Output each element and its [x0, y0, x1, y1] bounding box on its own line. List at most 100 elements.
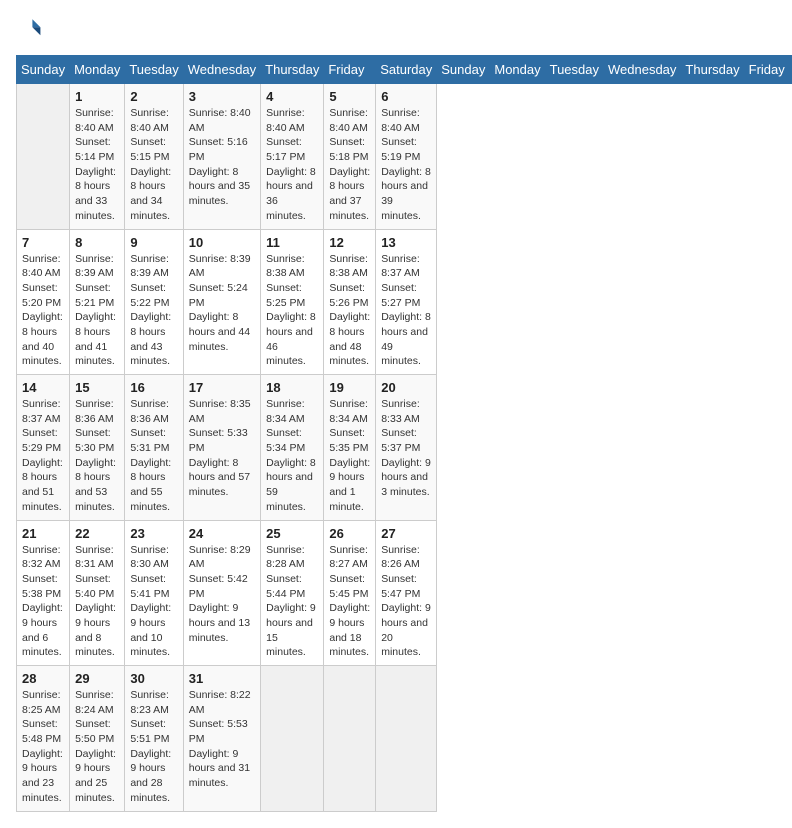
calendar-day-cell: 6 Sunrise: 8:40 AM Sunset: 5:19 PM Dayli… — [376, 84, 437, 230]
sunrise: Sunrise: 8:25 AM — [22, 689, 61, 716]
sunrise: Sunrise: 8:29 AM — [189, 544, 251, 571]
calendar-day-cell: 13 Sunrise: 8:37 AM Sunset: 5:27 PM Dayl… — [376, 229, 437, 375]
day-number: 20 — [381, 380, 431, 395]
sunrise: Sunrise: 8:40 AM — [266, 107, 305, 134]
day-number: 31 — [189, 671, 255, 686]
page-header — [16, 16, 776, 45]
calendar-day-cell: 31 Sunrise: 8:22 AM Sunset: 5:53 PM Dayl… — [183, 666, 260, 812]
calendar-table: SundayMondayTuesdayWednesdayThursdayFrid… — [16, 55, 792, 812]
sunrise: Sunrise: 8:40 AM — [189, 107, 251, 134]
day-number: 17 — [189, 380, 255, 395]
day-info: Sunrise: 8:24 AM Sunset: 5:50 PM Dayligh… — [75, 688, 119, 806]
sunset: Sunset: 5:38 PM — [22, 573, 61, 600]
sunset: Sunset: 5:26 PM — [329, 282, 368, 309]
calendar-day-cell: 23 Sunrise: 8:30 AM Sunset: 5:41 PM Dayl… — [125, 520, 183, 666]
sunrise: Sunrise: 8:27 AM — [329, 544, 368, 571]
sunrise: Sunrise: 8:30 AM — [130, 544, 169, 571]
header-day: Sunday — [17, 56, 70, 84]
sunrise: Sunrise: 8:36 AM — [130, 398, 169, 425]
daylight: Daylight: 8 hours and 36 minutes. — [266, 166, 316, 222]
logo — [16, 16, 42, 45]
day-info: Sunrise: 8:29 AM Sunset: 5:42 PM Dayligh… — [189, 543, 255, 646]
header-row: SundayMondayTuesdayWednesdayThursdayFrid… — [17, 56, 792, 84]
day-number: 23 — [130, 526, 177, 541]
calendar-day-cell — [324, 666, 376, 812]
sunset: Sunset: 5:40 PM — [75, 573, 114, 600]
sunset: Sunset: 5:37 PM — [381, 427, 420, 454]
daylight: Daylight: 8 hours and 35 minutes. — [189, 166, 250, 207]
daylight: Daylight: 8 hours and 34 minutes. — [130, 166, 171, 222]
daylight: Daylight: 8 hours and 48 minutes. — [329, 311, 370, 367]
daylight: Daylight: 8 hours and 53 minutes. — [75, 457, 116, 513]
day-info: Sunrise: 8:40 AM Sunset: 5:17 PM Dayligh… — [266, 106, 318, 224]
day-number: 21 — [22, 526, 64, 541]
calendar-day-cell: 29 Sunrise: 8:24 AM Sunset: 5:50 PM Dayl… — [70, 666, 125, 812]
day-info: Sunrise: 8:40 AM Sunset: 5:14 PM Dayligh… — [75, 106, 119, 224]
day-info: Sunrise: 8:34 AM Sunset: 5:34 PM Dayligh… — [266, 397, 318, 515]
day-number: 3 — [189, 89, 255, 104]
calendar-day-cell: 25 Sunrise: 8:28 AM Sunset: 5:44 PM Dayl… — [261, 520, 324, 666]
header-day: Wednesday — [604, 56, 681, 84]
sunrise: Sunrise: 8:37 AM — [22, 398, 61, 425]
sunrise: Sunrise: 8:40 AM — [329, 107, 368, 134]
day-number: 1 — [75, 89, 119, 104]
day-number: 12 — [329, 235, 370, 250]
daylight: Daylight: 8 hours and 40 minutes. — [22, 311, 63, 367]
calendar-day-cell: 26 Sunrise: 8:27 AM Sunset: 5:45 PM Dayl… — [324, 520, 376, 666]
sunset: Sunset: 5:34 PM — [266, 427, 305, 454]
day-info: Sunrise: 8:37 AM Sunset: 5:27 PM Dayligh… — [381, 252, 431, 370]
calendar-day-cell — [261, 666, 324, 812]
daylight: Daylight: 9 hours and 28 minutes. — [130, 748, 171, 804]
calendar-day-cell: 17 Sunrise: 8:35 AM Sunset: 5:33 PM Dayl… — [183, 375, 260, 521]
daylight: Daylight: 9 hours and 1 minute. — [329, 457, 370, 513]
calendar-day-cell: 2 Sunrise: 8:40 AM Sunset: 5:15 PM Dayli… — [125, 84, 183, 230]
day-number: 25 — [266, 526, 318, 541]
daylight: Daylight: 9 hours and 20 minutes. — [381, 602, 431, 658]
sunset: Sunset: 5:31 PM — [130, 427, 169, 454]
sunrise: Sunrise: 8:38 AM — [329, 253, 368, 280]
daylight: Daylight: 9 hours and 6 minutes. — [22, 602, 63, 658]
header-day: Monday — [490, 56, 545, 84]
day-info: Sunrise: 8:34 AM Sunset: 5:35 PM Dayligh… — [329, 397, 370, 515]
sunset: Sunset: 5:17 PM — [266, 136, 305, 163]
sunrise: Sunrise: 8:35 AM — [189, 398, 251, 425]
day-number: 11 — [266, 235, 318, 250]
sunset: Sunset: 5:30 PM — [75, 427, 114, 454]
day-number: 8 — [75, 235, 119, 250]
daylight: Daylight: 8 hours and 33 minutes. — [75, 166, 116, 222]
sunset: Sunset: 5:48 PM — [22, 718, 61, 745]
day-number: 4 — [266, 89, 318, 104]
calendar-day-cell: 8 Sunrise: 8:39 AM Sunset: 5:21 PM Dayli… — [70, 229, 125, 375]
daylight: Daylight: 8 hours and 44 minutes. — [189, 311, 250, 352]
header-day: Friday — [744, 56, 789, 84]
day-info: Sunrise: 8:25 AM Sunset: 5:48 PM Dayligh… — [22, 688, 64, 806]
daylight: Daylight: 9 hours and 31 minutes. — [189, 748, 250, 789]
day-info: Sunrise: 8:32 AM Sunset: 5:38 PM Dayligh… — [22, 543, 64, 661]
header-day: Wednesday — [183, 56, 260, 84]
calendar-day-cell: 9 Sunrise: 8:39 AM Sunset: 5:22 PM Dayli… — [125, 229, 183, 375]
day-info: Sunrise: 8:23 AM Sunset: 5:51 PM Dayligh… — [130, 688, 177, 806]
day-info: Sunrise: 8:39 AM Sunset: 5:21 PM Dayligh… — [75, 252, 119, 370]
daylight: Daylight: 9 hours and 13 minutes. — [189, 602, 250, 643]
header-day: Thursday — [681, 56, 744, 84]
day-number: 24 — [189, 526, 255, 541]
sunset: Sunset: 5:14 PM — [75, 136, 114, 163]
calendar-day-cell: 16 Sunrise: 8:36 AM Sunset: 5:31 PM Dayl… — [125, 375, 183, 521]
day-info: Sunrise: 8:40 AM Sunset: 5:18 PM Dayligh… — [329, 106, 370, 224]
daylight: Daylight: 8 hours and 43 minutes. — [130, 311, 171, 367]
daylight: Daylight: 8 hours and 59 minutes. — [266, 457, 316, 513]
day-number: 9 — [130, 235, 177, 250]
daylight: Daylight: 8 hours and 39 minutes. — [381, 166, 431, 222]
day-info: Sunrise: 8:39 AM Sunset: 5:22 PM Dayligh… — [130, 252, 177, 370]
calendar-week-row: 14 Sunrise: 8:37 AM Sunset: 5:29 PM Dayl… — [17, 375, 792, 521]
calendar-day-cell: 30 Sunrise: 8:23 AM Sunset: 5:51 PM Dayl… — [125, 666, 183, 812]
sunset: Sunset: 5:22 PM — [130, 282, 169, 309]
calendar-day-cell: 5 Sunrise: 8:40 AM Sunset: 5:18 PM Dayli… — [324, 84, 376, 230]
header-day: Tuesday — [545, 56, 603, 84]
day-number: 26 — [329, 526, 370, 541]
day-info: Sunrise: 8:38 AM Sunset: 5:26 PM Dayligh… — [329, 252, 370, 370]
sunrise: Sunrise: 8:36 AM — [75, 398, 114, 425]
header-day: Tuesday — [125, 56, 183, 84]
sunset: Sunset: 5:42 PM — [189, 573, 248, 600]
sunrise: Sunrise: 8:24 AM — [75, 689, 114, 716]
